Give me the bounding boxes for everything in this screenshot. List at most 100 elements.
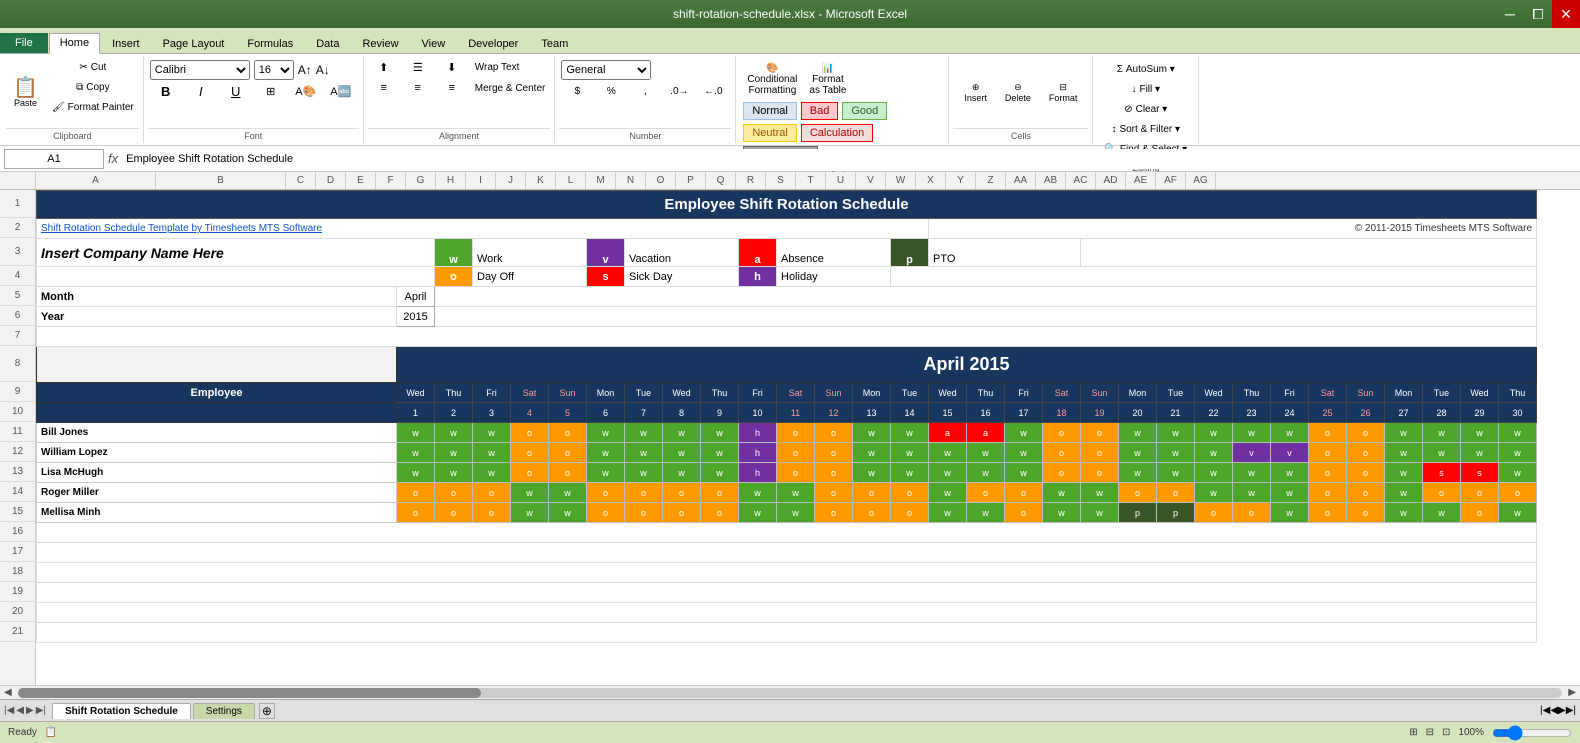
cell-3-25[interactable]: o (1347, 483, 1385, 503)
cell-3-13[interactable]: o (891, 483, 929, 503)
cell-0-29[interactable]: w (1499, 423, 1537, 443)
cell-0-4[interactable]: o (549, 423, 587, 443)
cell-4-13[interactable]: o (891, 503, 929, 523)
cell-0-14[interactable]: a (929, 423, 967, 443)
cell-2-5[interactable]: w (587, 463, 625, 483)
scroll-right-button[interactable]: ▶ (1564, 687, 1580, 698)
sort-filter-button[interactable]: ↕ Sort & Filter ▾ (1099, 120, 1192, 138)
cell-2-15[interactable]: w (967, 463, 1005, 483)
cell-1-26[interactable]: w (1385, 443, 1423, 463)
cell-0-10[interactable]: o (777, 423, 815, 443)
insert-button[interactable]: ⊕ Insert (957, 62, 994, 122)
cell-2-1[interactable]: w (435, 463, 473, 483)
cell-2-0[interactable]: w (397, 463, 435, 483)
cell-0-17[interactable]: o (1043, 423, 1081, 443)
grid-area[interactable]: Employee Shift Rotation Schedule Shift R… (36, 190, 1580, 685)
align-middle-button[interactable]: ☰ (402, 58, 434, 77)
cell-2-19[interactable]: w (1119, 463, 1157, 483)
employee-name-3[interactable]: Roger Miller (37, 483, 397, 503)
cell-3-10[interactable]: w (777, 483, 815, 503)
cell-4-14[interactable]: w (929, 503, 967, 523)
cell-1-27[interactable]: w (1423, 443, 1461, 463)
cell-4-2[interactable]: o (473, 503, 511, 523)
cell-1-4[interactable]: o (549, 443, 587, 463)
copy-button[interactable]: ⧉ Copy (47, 78, 139, 96)
tab-view[interactable]: View (411, 34, 457, 53)
cell-1-7[interactable]: w (663, 443, 701, 463)
delete-button[interactable]: ⊖ Delete (998, 62, 1038, 122)
style-good[interactable]: Good (842, 102, 887, 120)
cell-0-7[interactable]: w (663, 423, 701, 443)
cell-2-16[interactable]: w (1005, 463, 1043, 483)
horizontal-scrollbar[interactable]: ◀ ▶ (0, 685, 1580, 699)
cell-0-15[interactable]: a (967, 423, 1005, 443)
cell-3-2[interactable]: o (473, 483, 511, 503)
cell-0-20[interactable]: w (1157, 423, 1195, 443)
cell-3-12[interactable]: o (853, 483, 891, 503)
employee-name-1[interactable]: William Lopez (37, 443, 397, 463)
cell-4-11[interactable]: o (815, 503, 853, 523)
employee-name-0[interactable]: Bill Jones (37, 423, 397, 443)
tab-review[interactable]: Review (351, 34, 409, 53)
cell-1-1[interactable]: w (435, 443, 473, 463)
cell-3-15[interactable]: o (967, 483, 1005, 503)
cell-3-21[interactable]: w (1195, 483, 1233, 503)
cell-0-6[interactable]: w (625, 423, 663, 443)
cell-4-23[interactable]: w (1271, 503, 1309, 523)
cell-2-21[interactable]: w (1195, 463, 1233, 483)
font-grow-button[interactable]: A↑ (298, 63, 312, 77)
name-box[interactable] (4, 149, 104, 169)
cell-4-7[interactable]: o (663, 503, 701, 523)
sheet-tab-rotation[interactable]: Shift Rotation Schedule (52, 703, 191, 719)
year-value-cell[interactable]: 2015 (397, 307, 435, 327)
title-cell[interactable]: Employee Shift Rotation Schedule (37, 191, 1537, 219)
font-name-select[interactable]: Calibri (150, 60, 250, 80)
underline-button[interactable]: U (220, 82, 252, 101)
cell-4-18[interactable]: w (1081, 503, 1119, 523)
tab-insert[interactable]: Insert (101, 34, 151, 53)
cell-0-13[interactable]: w (891, 423, 929, 443)
cell-1-21[interactable]: w (1195, 443, 1233, 463)
cell-1-14[interactable]: w (929, 443, 967, 463)
cell-3-29[interactable]: o (1499, 483, 1537, 503)
fill-color-button[interactable]: A🎨 (290, 83, 322, 100)
cell-0-16[interactable]: w (1005, 423, 1043, 443)
cell-4-1[interactable]: o (435, 503, 473, 523)
align-center-button[interactable]: ≡ (402, 79, 434, 97)
restore-button[interactable]: ⧠ (1524, 0, 1552, 28)
cell-1-18[interactable]: o (1081, 443, 1119, 463)
cell-4-20[interactable]: p (1157, 503, 1195, 523)
cell-0-19[interactable]: w (1119, 423, 1157, 443)
cell-1-15[interactable]: w (967, 443, 1005, 463)
view-page-button[interactable]: ⊟ (1426, 727, 1434, 738)
cut-button[interactable]: ✂ Cut (47, 58, 139, 76)
tab-first-button[interactable]: |◀ (4, 705, 14, 716)
style-normal[interactable]: Normal (743, 102, 796, 120)
cell-3-22[interactable]: w (1233, 483, 1271, 503)
number-format-select[interactable]: General (561, 60, 651, 80)
cell-2-17[interactable]: o (1043, 463, 1081, 483)
cell-4-25[interactable]: o (1347, 503, 1385, 523)
paste-button[interactable]: 📋 Paste (6, 58, 45, 128)
cell-4-5[interactable]: o (587, 503, 625, 523)
cell-1-10[interactable]: o (777, 443, 815, 463)
increase-decimal-button[interactable]: .0→ (663, 82, 695, 100)
cell-4-27[interactable]: w (1423, 503, 1461, 523)
cell-4-28[interactable]: o (1461, 503, 1499, 523)
cell-0-24[interactable]: o (1309, 423, 1347, 443)
fill-button[interactable]: ↓ Fill ▾ (1099, 80, 1192, 98)
cell-0-23[interactable]: w (1271, 423, 1309, 443)
cell-4-22[interactable]: o (1233, 503, 1271, 523)
cell-1-13[interactable]: w (891, 443, 929, 463)
cell-3-6[interactable]: o (625, 483, 663, 503)
cell-1-17[interactable]: o (1043, 443, 1081, 463)
sheet-tab-settings[interactable]: Settings (193, 703, 255, 719)
cell-1-9[interactable]: h (739, 443, 777, 463)
cell-2-7[interactable]: w (663, 463, 701, 483)
cell-0-28[interactable]: w (1461, 423, 1499, 443)
cell-1-29[interactable]: w (1499, 443, 1537, 463)
cell-4-24[interactable]: o (1309, 503, 1347, 523)
cell-2-9[interactable]: h (739, 463, 777, 483)
cell-1-22[interactable]: v (1233, 443, 1271, 463)
cell-1-5[interactable]: w (587, 443, 625, 463)
